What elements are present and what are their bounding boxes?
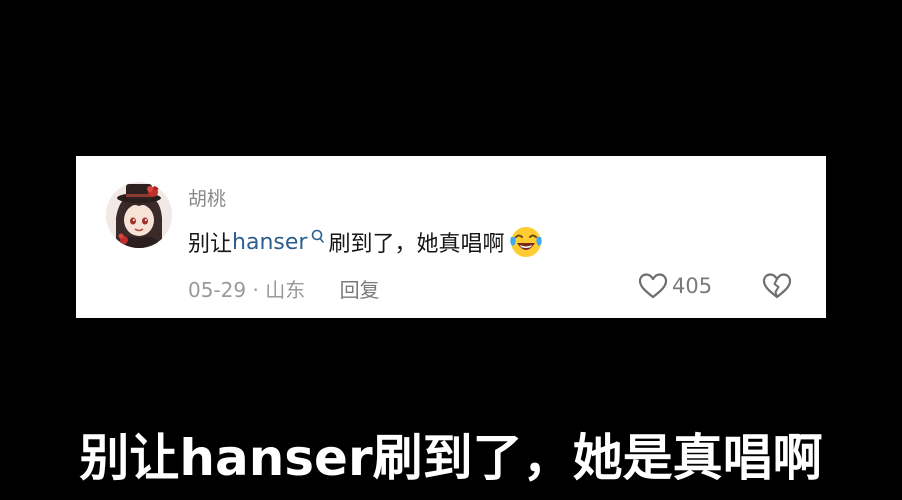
comment-text: 别让 hanser 刷到了，她真唱啊: [188, 224, 544, 260]
meta-separator: ·: [252, 278, 259, 302]
comment-meta: 05-29 · 山东 回复: [188, 274, 380, 303]
comment-card: 胡桃 别让 hanser 刷到了，她真唱啊 05-29 · 山东 回复 405: [76, 156, 826, 318]
reply-button[interactable]: 回复: [340, 278, 380, 302]
like-button[interactable]: 405: [638, 272, 712, 300]
video-subtitle: 别让hanser刷到了，她是真唱啊: [79, 429, 823, 487]
heart-outline-icon: [638, 273, 668, 299]
comment-date: 05-29: [188, 278, 247, 302]
comment-text-before: 别让: [188, 232, 233, 257]
video-frame: 胡桃 别让 hanser 刷到了，她真唱啊 05-29 · 山东 回复 405 …: [0, 0, 902, 500]
like-count: 405: [672, 274, 713, 298]
comment-text-after: 刷到了，她真唱啊: [328, 232, 505, 257]
avatar[interactable]: [106, 182, 172, 248]
broken-heart-icon: [762, 273, 792, 299]
avatar-image: [106, 182, 172, 248]
search-icon[interactable]: [309, 228, 325, 246]
laughing-crying-emoji-icon: [510, 227, 543, 257]
comment-keyword-link[interactable]: hanser: [232, 230, 307, 255]
comment-location: 山东: [265, 278, 306, 302]
dislike-button[interactable]: [762, 272, 792, 300]
comment-username[interactable]: 胡桃: [188, 184, 226, 211]
